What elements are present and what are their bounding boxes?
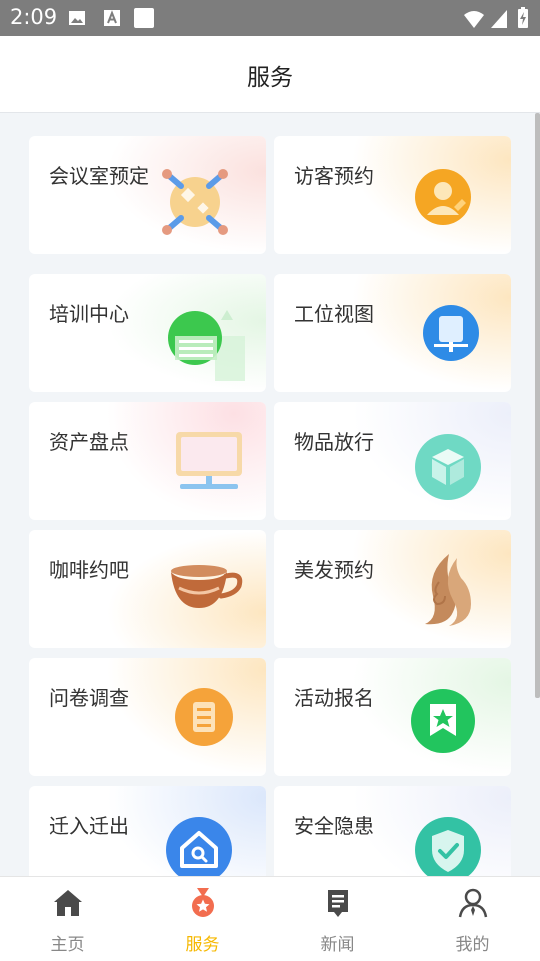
safety-shield-icon (415, 817, 481, 876)
battery-icon (518, 7, 528, 28)
tab-home[interactable]: 主页 (0, 877, 135, 961)
page-title: 服务 (247, 65, 293, 91)
service-card-item-release[interactable]: 物品放行 (274, 402, 511, 520)
asset-monitor-icon (176, 432, 242, 489)
service-card-training[interactable]: 培训中心 (29, 274, 266, 392)
profile-icon (458, 888, 487, 918)
service-label: 美发预约 (294, 558, 374, 582)
tab-label: 新闻 (320, 935, 355, 955)
service-label: 物品放行 (294, 430, 374, 454)
service-label: 迁入迁出 (49, 814, 129, 838)
event-signup-icon (411, 689, 475, 753)
service-card-safety-hazard[interactable]: 安全隐患 (274, 786, 511, 876)
package-box-icon (415, 434, 481, 500)
news-icon (327, 890, 348, 917)
service-card-meeting-room[interactable]: 会议室预定 (29, 136, 266, 254)
service-label: 会议室预定 (49, 164, 149, 188)
service-label: 咖啡约吧 (49, 558, 129, 582)
service-card-event-signup[interactable]: 活动报名 (274, 658, 511, 776)
service-label: 活动报名 (294, 686, 374, 710)
service-card-visitor[interactable]: 访客预约 (274, 136, 511, 254)
meeting-room-icon (162, 169, 228, 235)
service-label: 工位视图 (294, 302, 374, 326)
service-label: 安全隐患 (294, 814, 374, 838)
service-card-survey[interactable]: 问卷调查 (29, 658, 266, 776)
scrollbar[interactable] (535, 113, 540, 698)
coffee-cup-icon (171, 565, 243, 608)
tab-news[interactable]: 新闻 (270, 877, 405, 961)
move-house-icon (166, 817, 232, 876)
tab-label: 服务 (185, 935, 220, 955)
signal-icon (491, 10, 507, 28)
hair-salon-icon (425, 554, 471, 626)
tab-service[interactable]: 服务 (135, 877, 270, 961)
service-card-coffee[interactable]: 咖啡约吧 (29, 530, 266, 648)
service-card-hair-salon[interactable]: 美发预约 (274, 530, 511, 648)
service-label: 培训中心 (49, 302, 129, 326)
wifi-icon (464, 11, 484, 28)
service-card-workstation[interactable]: 工位视图 (274, 274, 511, 392)
image-notification-icon (69, 11, 85, 25)
status-time: 2:09 (10, 5, 58, 29)
service-grid[interactable]: 会议室预定 访客预约 培训中心 工位视图 资产盘点 物品放行 咖啡约吧 美发预约… (0, 113, 540, 876)
title-bar: 服务 (0, 36, 540, 113)
tab-label: 我的 (455, 935, 490, 955)
service-card-asset-inventory[interactable]: 资产盘点 (29, 402, 266, 520)
workstation-icon (423, 305, 479, 361)
home-icon (53, 890, 82, 916)
tab-profile[interactable]: 我的 (405, 877, 540, 961)
service-label: 资产盘点 (49, 430, 129, 454)
bottom-tab-bar: 主页 服务 新闻 我的 (0, 876, 540, 961)
visitor-icon (415, 169, 471, 225)
tab-label: 主页 (50, 935, 85, 955)
service-medal-icon (191, 888, 214, 917)
service-label: 访客预约 (294, 164, 374, 188)
survey-icon (175, 688, 233, 746)
training-icon (168, 310, 245, 381)
blank-notification-icon (134, 8, 154, 28)
font-notification-icon (104, 10, 120, 26)
status-bar: 2:09 (0, 0, 540, 36)
service-label: 问卷调查 (49, 686, 129, 710)
service-card-move-in-out[interactable]: 迁入迁出 (29, 786, 266, 876)
